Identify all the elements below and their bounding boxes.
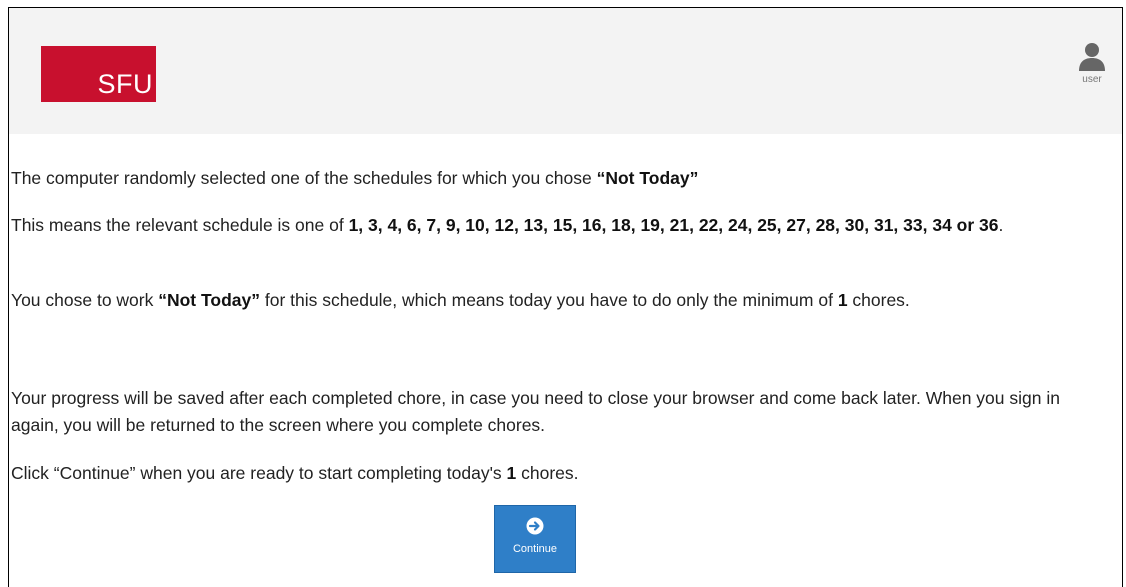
p1-choice: “Not Today” [596,168,699,188]
selection-paragraph: The computer randomly selected one of th… [11,165,698,192]
choice-paragraph: You chose to work “Not Today” for this s… [11,287,910,314]
p2-end: . [998,215,1004,235]
p1-text: The computer randomly selected one of th… [11,168,597,188]
header: SFU user [9,8,1122,134]
user-menu[interactable]: user [1074,42,1110,85]
user-icon[interactable] [1074,42,1110,72]
p3-text-a: You chose to work [11,290,159,310]
p3-text-b: for this schedule, which means today you… [260,290,838,310]
page-frame: SFU user The computer randomly selected … [8,7,1123,587]
continue-label: Continue [512,543,558,555]
logo-text: SFU [97,69,153,99]
continue-button[interactable]: Continue [494,505,576,573]
schedule-list: 1, 3, 4, 6, 7, 9, 10, 12, 13, 15, 16, 18… [348,215,999,235]
user-label: user [1082,74,1102,85]
p3-choice: “Not Today” [158,290,260,310]
p3-text-c: chores. [847,290,910,310]
sfu-logo: SFU [41,46,156,102]
p2-text: This means the relevant schedule is one … [11,215,349,235]
arrow-circle-right-icon [495,517,575,535]
p5-text-a: Click “Continue” when you are ready to s… [11,463,507,483]
schedule-paragraph: This means the relevant schedule is one … [11,212,1003,239]
instruction-paragraph: Click “Continue” when you are ready to s… [11,460,579,487]
p5-text-b: chores. [516,463,579,483]
p5-count: 1 [506,463,517,483]
progress-paragraph: Your progress will be saved after each c… [11,388,1060,435]
p3-count: 1 [837,290,848,310]
